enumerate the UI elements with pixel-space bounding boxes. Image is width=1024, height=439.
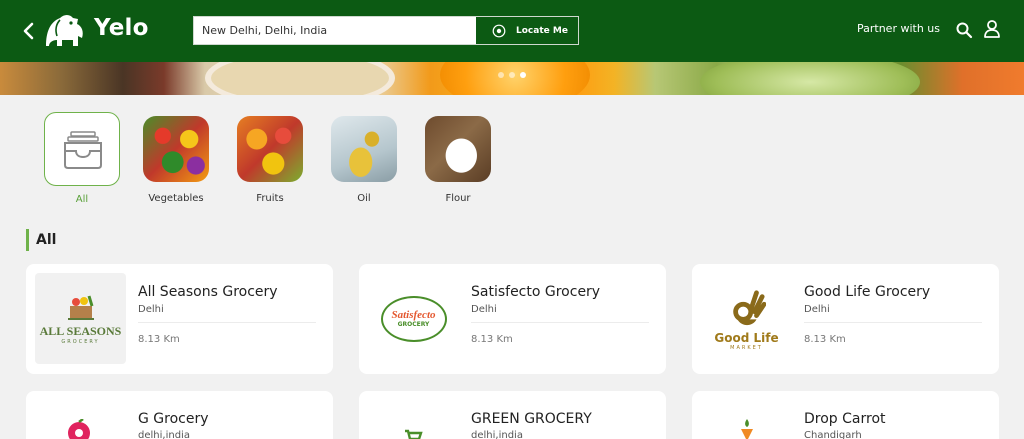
store-logo-text: Good Life — [714, 330, 779, 345]
category-flour[interactable]: Flour — [424, 116, 492, 204]
store-logo-text: Satisfecto — [391, 309, 436, 321]
inbox-tray-icon — [64, 131, 102, 169]
store-city: Delhi — [138, 304, 164, 315]
apple-logo-icon — [68, 419, 90, 439]
store-name: GREEN GROCERY — [471, 411, 592, 427]
store-city: delhi,india — [471, 430, 523, 439]
user-icon[interactable] — [983, 19, 1001, 39]
category-all[interactable]: All — [44, 112, 120, 205]
category-fruits[interactable]: Fruits — [236, 116, 304, 204]
store-distance: 8.13 Km — [471, 334, 513, 345]
satisfecto-badge: Satisfecto GROCERY — [380, 295, 447, 342]
carrot-logo-icon — [741, 419, 753, 439]
store-card[interactable]: ALL SEASONS GROCERY All Seasons Grocery … — [26, 264, 333, 374]
store-logo-sub: GROCERY — [61, 339, 100, 345]
location-input[interactable] — [194, 17, 476, 44]
store-card[interactable]: GREEN GROCERY delhi,india — [359, 391, 666, 439]
banner-pagination — [498, 72, 526, 78]
store-name: All Seasons Grocery — [138, 284, 278, 300]
card-divider — [804, 322, 982, 323]
category-oil[interactable]: Oil — [330, 116, 398, 204]
store-logo: Satisfecto GROCERY — [368, 273, 459, 364]
store-card[interactable]: G Grocery delhi,india — [26, 391, 333, 439]
top-navbar: Yelo Locate Me Partner with us — [0, 0, 1024, 62]
store-name: Good Life Grocery — [804, 284, 931, 300]
flour-image — [425, 116, 491, 182]
search-icon[interactable] — [955, 21, 973, 39]
card-divider — [471, 322, 649, 323]
brand-name[interactable]: Yelo — [94, 15, 149, 41]
banner-dot-active[interactable] — [520, 72, 526, 78]
category-all-tile — [44, 112, 120, 186]
banner-greens — [700, 62, 920, 95]
locate-me-label: Locate Me — [516, 25, 568, 36]
cart-logo-icon — [405, 429, 423, 439]
partner-with-us-link[interactable]: Partner with us — [857, 22, 940, 35]
hero-banner[interactable] — [0, 62, 1024, 95]
fruits-image — [237, 116, 303, 182]
basket-icon — [67, 295, 94, 320]
store-name: Satisfecto Grocery — [471, 284, 601, 300]
category-label: Oil — [357, 193, 371, 204]
category-label: All — [75, 194, 89, 205]
lion-logo-icon[interactable] — [40, 10, 88, 52]
store-city: Delhi — [804, 304, 830, 315]
store-logo-sub: MARKET — [730, 344, 763, 351]
category-vegetables[interactable]: Vegetables — [142, 116, 210, 204]
store-logo-sub: GROCERY — [397, 321, 430, 328]
section-title: All — [36, 232, 57, 248]
store-logo: ALL SEASONS GROCERY — [35, 273, 126, 364]
store-distance: 8.13 Km — [804, 334, 846, 345]
oil-image — [331, 116, 397, 182]
banner-dot[interactable] — [509, 72, 515, 78]
banner-orange — [440, 62, 590, 95]
store-logo-text: ALL SEASONS — [39, 324, 122, 338]
banner-grain-bowl — [205, 62, 395, 95]
store-card[interactable]: Satisfecto GROCERY Satisfecto Grocery De… — [359, 264, 666, 374]
banner-dot[interactable] — [498, 72, 504, 78]
store-distance: 8.13 Km — [138, 334, 180, 345]
card-divider — [138, 322, 316, 323]
store-city: Delhi — [471, 304, 497, 315]
store-card[interactable]: Drop Carrot Chandigarh — [692, 391, 999, 439]
back-arrow-icon[interactable] — [18, 19, 40, 43]
locate-me-button[interactable]: Locate Me — [477, 17, 578, 44]
store-logo: Good Life MARKET — [701, 273, 792, 364]
store-city: Chandigarh — [804, 430, 862, 439]
store-name: Drop Carrot — [804, 411, 886, 427]
store-name: G Grocery — [138, 411, 209, 427]
ok-hand-icon — [732, 289, 766, 325]
location-search: Locate Me — [193, 16, 579, 45]
section-accent-bar — [26, 229, 29, 251]
vegetables-image — [143, 116, 209, 182]
category-label: Flour — [445, 193, 471, 204]
store-city: delhi,india — [138, 430, 190, 439]
category-label: Fruits — [256, 193, 284, 204]
store-card[interactable]: Good Life MARKET Good Life Grocery Delhi… — [692, 264, 999, 374]
locate-target-icon — [492, 24, 506, 37]
category-label: Vegetables — [148, 193, 204, 204]
